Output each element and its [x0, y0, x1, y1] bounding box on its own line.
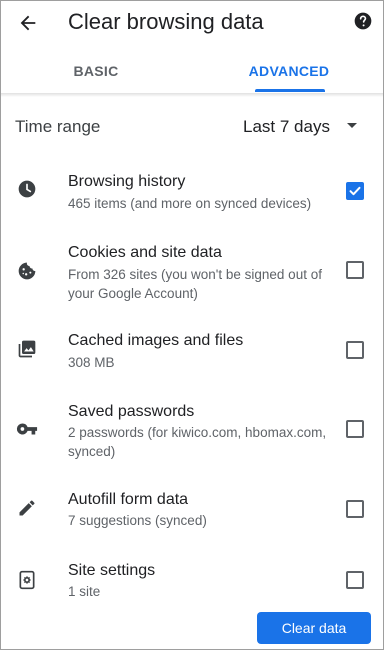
- item-description: 465 items (and more on synced devices): [68, 196, 312, 211]
- pencil-icon: [15, 496, 39, 520]
- item-description: 7 suggestions (synced): [68, 513, 207, 528]
- item-description: 308 MB: [68, 355, 115, 370]
- tab-bar: BASIC ADVANCED: [1, 53, 383, 93]
- cookie-icon: [15, 259, 39, 283]
- cookies-checkbox[interactable]: [346, 261, 364, 279]
- item-title: Cached images and files: [68, 332, 244, 349]
- tab-bar-divider: [1, 93, 383, 97]
- item-title: Saved passwords: [68, 403, 195, 420]
- clear-browsing-data-screen: Clear browsing data BASIC ADVANCED Time …: [0, 0, 384, 650]
- dropdown-arrow-icon: [347, 123, 357, 128]
- item-title: Site settings: [68, 562, 156, 579]
- back-button[interactable]: [14, 9, 42, 37]
- key-icon: [15, 417, 39, 441]
- tab-basic[interactable]: BASIC: [41, 53, 151, 93]
- item-title: Autofill form data: [68, 491, 189, 508]
- clock-icon: [15, 177, 39, 201]
- item-description: 2 passwords (for kiwico.com, hbomax.com,…: [68, 425, 327, 459]
- time-range-label: Time range: [15, 117, 101, 136]
- item-title: Cookies and site data: [68, 244, 222, 261]
- saved-passwords-checkbox[interactable]: [346, 420, 364, 438]
- image-icon: [15, 337, 39, 361]
- page-title: Clear browsing data: [68, 9, 264, 34]
- autofill-checkbox[interactable]: [346, 500, 364, 518]
- help-button[interactable]: [353, 11, 373, 31]
- cached-images-checkbox[interactable]: [346, 341, 364, 359]
- time-range-dropdown[interactable]: Last 7 days: [241, 109, 371, 145]
- help-icon: [354, 12, 372, 30]
- settings-page-icon: [15, 568, 39, 592]
- browsing-history-checkbox[interactable]: [346, 182, 364, 200]
- selected-tab-indicator: [255, 89, 325, 92]
- checkmark-icon: [349, 186, 361, 196]
- site-settings-checkbox[interactable]: [346, 571, 364, 589]
- arrow-back-icon: [20, 15, 36, 31]
- item-description: From 326 sites (you won't be signed out …: [68, 267, 322, 301]
- app-bar: Clear browsing data: [1, 1, 383, 45]
- item-description: 1 site: [68, 584, 101, 599]
- tab-advanced[interactable]: ADVANCED: [237, 53, 341, 93]
- item-title: Browsing history: [68, 173, 186, 190]
- clear-data-button[interactable]: Clear data: [257, 612, 371, 644]
- time-range-value: Last 7 days: [243, 117, 330, 136]
